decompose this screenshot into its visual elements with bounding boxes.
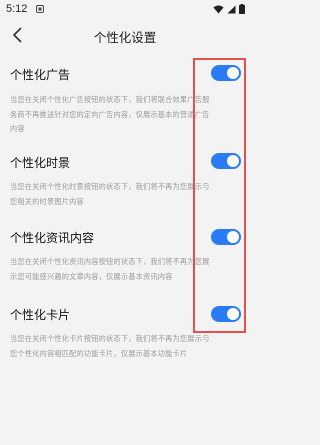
toggle-knob	[227, 308, 239, 320]
desc-line: 示您可能感兴趣的文章内容，仅展示基本资讯内容	[10, 271, 173, 281]
toggle-personalized-ads[interactable]	[211, 65, 241, 81]
setting-title-personalized-news: 个性化资讯内容	[10, 231, 95, 245]
top-app-bar: 个性化设置	[0, 20, 250, 50]
desc-line: 当您在关闭个性化卡片按钮的状态下，我们将不再为您展示与	[10, 334, 210, 343]
toggle-knob	[227, 155, 239, 167]
toggle-knob	[227, 67, 239, 79]
toggle-personalized-news[interactable]	[211, 229, 241, 245]
desc-line: 务商不再推送针对您的定向广告内容，仅展示基本的普通广告	[10, 109, 210, 119]
desc-line: 内容	[10, 124, 25, 133]
desc-line: 当您在关闭个性化广告按钮的状态下，我们将联合效果广告服	[10, 95, 210, 104]
setting-desc-personalized-scenes: 当您在关闭个性化时景按钮的状态下，我们将不再为您展示与 您相关的时景图片内容	[10, 180, 242, 209]
battery-icon	[239, 4, 245, 14]
desc-line: 当您在关闭个性化时景按钮的状态下，我们将不再为您展示与	[10, 182, 210, 191]
desc-line: 您个性化内容相匹配的功能卡片，仅展示基本功能卡片	[10, 348, 188, 358]
desc-line: 当您在关闭个性化资讯内容按钮的状态下，我们将不再为您展	[10, 257, 210, 266]
wifi-icon	[213, 5, 224, 13]
toggle-personalized-scenes[interactable]	[211, 153, 241, 169]
signal-icon	[227, 5, 236, 13]
page-title: 个性化设置	[93, 30, 157, 45]
status-bar: 5:12	[0, 0, 250, 20]
status-time: 5:12	[6, 3, 28, 15]
setting-desc-personalized-ads: 当您在关闭个性化广告按钮的状态下，我们将联合效果广告服 务商不再推送针对您的定向…	[10, 93, 242, 137]
setting-desc-personalized-cards: 当您在关闭个性化卡片按钮的状态下，我们将不再为您展示与 您个性化内容相匹配的功能…	[10, 332, 242, 361]
app-notification-icon	[36, 5, 44, 13]
setting-title-personalized-cards: 个性化卡片	[10, 308, 71, 322]
desc-line: 您相关的时景图片内容	[10, 196, 84, 206]
setting-title-personalized-ads: 个性化广告	[10, 68, 71, 82]
toggle-knob	[227, 231, 239, 243]
setting-title-personalized-scenes: 个性化时景	[10, 156, 71, 170]
setting-desc-personalized-news: 当您在关闭个性化资讯内容按钮的状态下，我们将不再为您展 示您可能感兴趣的文章内容…	[10, 255, 242, 284]
toggle-personalized-cards[interactable]	[211, 306, 241, 322]
